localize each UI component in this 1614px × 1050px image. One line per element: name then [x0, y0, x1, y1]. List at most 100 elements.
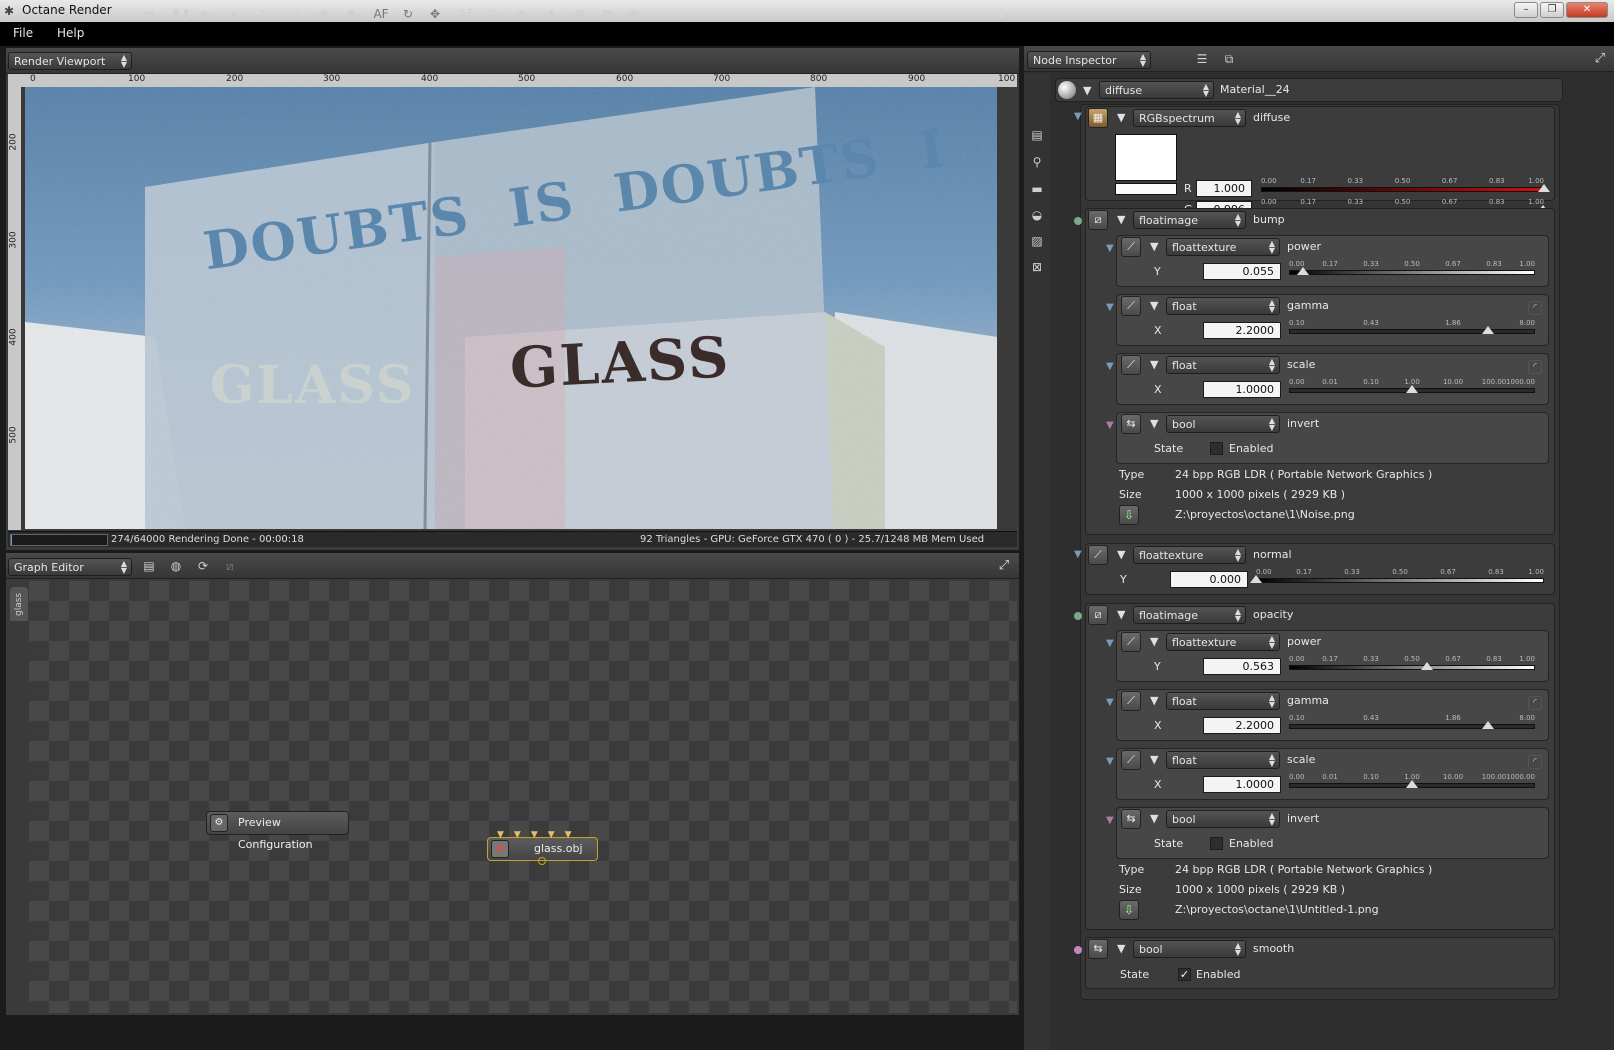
- curve-icon[interactable]: ◜: [1528, 696, 1542, 710]
- slider-thumb[interactable]: [1421, 662, 1434, 670]
- close-button[interactable]: ✕: [1566, 2, 1608, 18]
- sphere-preview-icon[interactable]: ◐: [515, 6, 531, 22]
- restart-icon[interactable]: ⏮: [141, 6, 157, 22]
- collapse-triangle-icon[interactable]: ▼: [1117, 548, 1125, 561]
- play-icon[interactable]: ▶: [198, 6, 214, 22]
- slider-thumb[interactable]: [1482, 326, 1495, 334]
- normal-slider[interactable]: 0.00 0.17 0.33 0.50 0.67 0.83 1.00: [1250, 568, 1544, 585]
- slider-thumb[interactable]: [1250, 575, 1262, 583]
- inspector-opacity-scale-type-select[interactable]: float ▲ ▼: [1166, 751, 1280, 769]
- viewport-panel-select[interactable]: Render Viewport ▲ ▼: [8, 52, 132, 70]
- maximize-icon[interactable]: ⤢: [996, 558, 1012, 574]
- layout-icon[interactable]: ▣: [626, 6, 642, 22]
- node-preview-configuration[interactable]: ⚙ Preview Configuration: [206, 811, 349, 851]
- graph-panel-select[interactable]: Graph Editor ▲ ▼: [8, 558, 132, 576]
- menu-file[interactable]: File: [13, 26, 33, 40]
- zoom-region-icon[interactable]: ⤡: [258, 6, 274, 22]
- collapse-triangle-icon[interactable]: ▼: [1150, 694, 1158, 707]
- curve-icon[interactable]: ◜: [1528, 301, 1542, 315]
- mesh-input-pins[interactable]: ▼▼▼▼▼: [497, 830, 582, 840]
- inspector-opacity-scale-slider[interactable]: 0.00 0.01 0.10 1.00 10.00 100.00 1000.00: [1289, 773, 1535, 790]
- checker-icon[interactable]: ▩: [599, 6, 615, 22]
- sun-light-icon[interactable]: ✸: [343, 6, 359, 22]
- collapse-triangle-icon[interactable]: ▼: [1150, 358, 1158, 371]
- color-swatch-small[interactable]: [1115, 183, 1177, 195]
- collapse-triangle-icon[interactable]: ▼: [1150, 812, 1158, 825]
- inspector-bump-gamma-slider[interactable]: 0.10 0.43 1.86 8.00: [1289, 319, 1535, 336]
- inspector-bump-invert-type-select[interactable]: bool ▲ ▼: [1166, 415, 1280, 433]
- curve-icon[interactable]: ◜: [1528, 360, 1542, 374]
- smooth-type-select[interactable]: bool ▲ ▼: [1133, 940, 1246, 958]
- inspector-bump-gamma-type-select[interactable]: float ▲ ▼: [1166, 297, 1280, 315]
- inspector-opacity-invert-type-select[interactable]: bool ▲ ▼: [1166, 810, 1280, 828]
- camera-pick-icon[interactable]: ◣: [228, 6, 244, 22]
- sphere-alt-icon[interactable]: ◑: [542, 6, 558, 22]
- inspector-opacity-power-value-field[interactable]: 0.563: [1203, 658, 1281, 675]
- inspector-opacity-invert-enabled-checkbox[interactable]: [1210, 837, 1223, 850]
- inspector-opacity-power-type-select[interactable]: floattexture ▲ ▼: [1166, 633, 1280, 651]
- load-file-icon[interactable]: ⇩: [1119, 900, 1139, 920]
- menu-help[interactable]: Help: [57, 26, 84, 40]
- inspector-opacity-power-slider[interactable]: 0.00 0.17 0.33 0.50 0.67 0.83 1.00: [1289, 655, 1535, 672]
- collapse-triangle-icon[interactable]: ▼: [1150, 753, 1158, 766]
- inspector-opacity-gamma-slider[interactable]: 0.10 0.43 1.86 8.00: [1289, 714, 1535, 731]
- inspector-opacity-gamma-type-select[interactable]: float ▲ ▼: [1166, 692, 1280, 710]
- minimize-button[interactable]: –: [1514, 2, 1538, 18]
- autofocus-icon[interactable]: AF: [458, 6, 474, 22]
- inspector-bump-scale-type-select[interactable]: float ▲ ▼: [1166, 356, 1280, 374]
- restore-button[interactable]: ❐: [1540, 2, 1564, 18]
- disabled-tool-icon[interactable]: ⧄: [222, 558, 238, 574]
- collapse-triangle-icon[interactable]: ▼: [1117, 942, 1125, 955]
- inspector-bump-invert-enabled-checkbox[interactable]: [1210, 442, 1223, 455]
- inspector-bump-gamma-value-field[interactable]: 2.2000: [1203, 322, 1281, 339]
- region-render-icon[interactable]: ▦: [572, 6, 588, 22]
- color-swatch[interactable]: [1115, 134, 1177, 181]
- slider-thumb[interactable]: [1296, 267, 1309, 275]
- new-node-icon[interactable]: ▤: [141, 558, 157, 574]
- inspector-bump-type-select[interactable]: floatimage ▲ ▼: [1133, 211, 1246, 229]
- render-canvas[interactable]: DOUBTS IS DOUBTS I GLASS GLASS: [25, 87, 997, 529]
- collapse-triangle-icon[interactable]: ▼: [1150, 240, 1158, 253]
- diffuse-type-select[interactable]: RGBspectrum ▲ ▼: [1133, 109, 1246, 127]
- slider-thumb[interactable]: [1406, 385, 1418, 393]
- channel-value-field[interactable]: 1.000: [1196, 180, 1252, 197]
- collapse-triangle-icon[interactable]: ▼: [1083, 84, 1091, 97]
- mesh-output-pin[interactable]: [538, 857, 546, 865]
- inspector-opacity-type-select[interactable]: floatimage ▲ ▼: [1133, 606, 1246, 624]
- collapse-triangle-icon[interactable]: ▼: [1150, 299, 1158, 312]
- collapse-triangle-icon[interactable]: ▼: [1117, 608, 1125, 621]
- collapse-triangle-icon[interactable]: ▼: [1150, 635, 1158, 648]
- inspector-opacity-scale-value-field[interactable]: 1.0000: [1203, 776, 1281, 793]
- collapse-triangle-icon[interactable]: ▼: [1117, 213, 1125, 226]
- curve-icon[interactable]: ◜: [1528, 755, 1542, 769]
- maximize-icon[interactable]: ⤢: [996, 6, 1012, 22]
- smooth-enabled-checkbox[interactable]: ✓: [1178, 968, 1191, 981]
- inspector-bump-power-slider[interactable]: 0.00 0.17 0.33 0.50 0.67 0.83 1.00: [1289, 260, 1535, 277]
- inspector-bump-scale-value-field[interactable]: 1.0000: [1203, 381, 1281, 398]
- clay-mode-icon[interactable]: ⬡: [485, 6, 501, 22]
- inspector-bump-scale-slider[interactable]: 0.00 0.01 0.10 1.00 10.00 100.00 1000.00: [1289, 378, 1535, 395]
- graph-tab-glass[interactable]: glass: [10, 587, 28, 621]
- refresh-icon[interactable]: ⟳: [195, 558, 211, 574]
- graph-canvas[interactable]: [29, 581, 1017, 1013]
- slider-thumb[interactable]: [1482, 721, 1495, 729]
- inspector-opacity-gamma-value-field[interactable]: 2.2000: [1203, 717, 1281, 734]
- inspector-bump-power-type-select[interactable]: floattexture ▲ ▼: [1166, 238, 1280, 256]
- slider-thumb[interactable]: [1538, 184, 1550, 192]
- inspector-bump-power-value-field[interactable]: 0.055: [1203, 263, 1281, 280]
- material-pick-icon[interactable]: ◉: [316, 6, 332, 22]
- slider-thumb[interactable]: [1406, 780, 1418, 788]
- normal-value-field[interactable]: 0.000: [1170, 571, 1248, 588]
- pan-off-icon[interactable]: ✥: [427, 6, 443, 22]
- load-file-icon[interactable]: ⇩: [1119, 505, 1139, 525]
- channel-slider[interactable]: 0.000.170.330.500.670.831.00: [1261, 177, 1550, 194]
- rotate-off-icon[interactable]: ↻: [400, 6, 416, 22]
- root-type-select[interactable]: diffuse ▲ ▼: [1099, 81, 1214, 99]
- normal-type-select[interactable]: floattexture ▲ ▼: [1133, 546, 1246, 564]
- collapse-triangle-icon[interactable]: ▼: [1150, 417, 1158, 430]
- pause-icon[interactable]: ❚❚: [171, 6, 191, 22]
- collapse-triangle-icon[interactable]: ▼: [1117, 111, 1125, 124]
- new-material-icon[interactable]: ◍: [168, 558, 184, 574]
- focus-pick-icon[interactable]: ⇩: [289, 6, 305, 22]
- autofocus-off-icon[interactable]: AF: [373, 6, 389, 22]
